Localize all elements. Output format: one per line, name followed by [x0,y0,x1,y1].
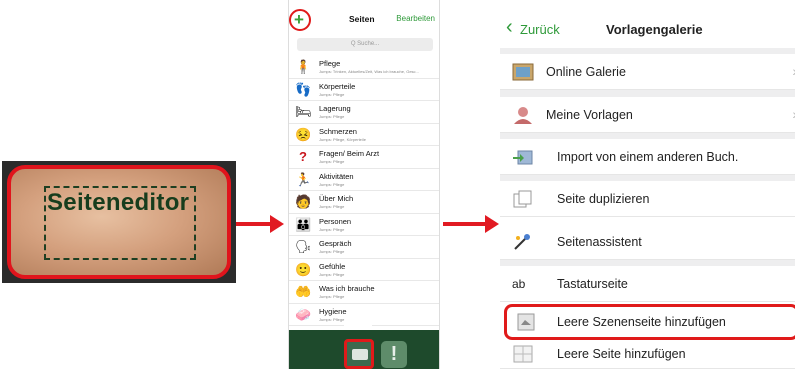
faces-icon: 🙂 [295,261,312,277]
page-name: Über Mich [319,194,354,203]
page-row-gefuehle[interactable]: 🙂 Gefühle Jumps: Pflege [289,259,439,281]
row-label: Online Galerie [546,65,626,79]
page-name: Gefühle [319,261,346,271]
seiteneditor-button[interactable]: Seiteneditor [7,165,231,279]
page-jumps: Jumps: Pflege [319,294,345,299]
row-label: Import von einem anderen Buch. [557,150,739,164]
section-divider [500,90,795,97]
seiteneditor-label: Seiteneditor [47,189,190,216]
page-jumps: Jumps: Pflege [319,204,345,209]
page-jumps: Jumps: Pflege [319,271,345,277]
page-row-gespraech[interactable]: 🗣 Gespräch Jumps: Pflege [289,236,439,259]
row-label: Meine Vorlagen [546,108,633,122]
page-row-schmerzen[interactable]: 😣 Schmerzen Jumps: Pflege, Körperteile [289,124,439,146]
row-my-templates[interactable]: Meine Vorlagen › [500,97,795,133]
page-row-was-ich-brauche[interactable]: 🤲 Was ich brauche Jumps: Pflege [289,281,439,304]
plus-icon: + [294,10,304,29]
row-keyboard-page[interactable]: ab Tastaturseite [500,266,795,302]
page-name: Was ich brauche [319,284,375,293]
person-icon: 🧑 [295,194,312,209]
hands-icon: 🤲 [295,284,312,299]
page-row-ueber-mich[interactable]: 🧑 Über Mich Jumps: Pflege [289,191,439,214]
speaking-head-icon: 🗣 [295,239,312,254]
page-templates-button[interactable] [344,339,374,369]
page-name: Gespräch [319,239,352,248]
question-mark-icon: ? [299,149,307,164]
duplicate-page-icon [513,190,532,208]
row-label: Seite duplizieren [557,192,650,206]
page-jumps: Jumps: Pflege [319,181,345,187]
page-jumps: Jumps: Trinken, Aktuelles/Zeit, Was ich … [319,69,419,74]
page-row-hygiene[interactable]: 🧼 Hygiene Jumps: Pflege [289,304,439,326]
search-input[interactable]: Q Suche... [297,38,433,51]
page-name: Fragen/ Beim Arzt [319,149,380,158]
user-silhouette-icon [514,107,532,124]
page-jumps: Jumps: Pflege [319,159,345,164]
page-row-pflege[interactable]: 🧍 Pflege Jumps: Trinken, Aktuelles/Zeit,… [289,56,439,79]
pages-title: Seiten [349,14,375,24]
row-online-gallery[interactable]: Online Galerie › [500,54,795,90]
page-jumps: Jumps: Pflege [319,91,345,97]
pflege-icon: 🧍 [295,59,312,74]
row-duplicate-page[interactable]: Seite duplizieren [500,181,795,217]
row-import-book[interactable]: Import von einem anderen Buch. [500,139,795,175]
row-blank-scene-page[interactable]: Leere Szenenseite hinzufügen [504,304,795,340]
magic-wand-icon [514,234,530,250]
pain-face-icon: 😣 [295,126,312,142]
keyboard-text-icon: ab [512,277,526,291]
page-name: Hygiene [319,306,347,316]
row-label: Leere Szenenseite hinzufügen [557,315,726,329]
page-row-fragen[interactable]: ? Fragen/ Beim Arzt Jumps: Pflege [289,146,439,169]
page-jumps: Jumps: Pflege [319,114,345,119]
row-label: Leere Seite hinzufügen [557,347,686,361]
add-page-button[interactable]: + [289,9,311,31]
edit-button[interactable]: Bearbeiten [396,14,435,23]
bottom-toolbar: ! [289,324,439,369]
page-name: Lagerung [319,104,351,113]
page-row-lagerung[interactable]: 🛏 Lagerung Jumps: Pflege [289,101,439,124]
row-label: Tastaturseite [557,277,628,291]
footprints-icon: 👣 [295,81,312,97]
row-blank-page[interactable]: Leere Seite hinzufügen [500,340,795,369]
picture-frame-icon [512,63,534,81]
page-row-personen[interactable]: 👪 Personen Jumps: Pflege [289,214,439,236]
soap-icon: 🧼 [295,306,312,322]
seiteneditor-panel: Seiteneditor [2,161,236,283]
bed-icon: 🛏 [295,104,312,119]
page-row-koerperteile[interactable]: 👣 Körperteile Jumps: Pflege [289,79,439,101]
page-list: 🧍 Pflege Jumps: Trinken, Aktuelles/Zeit,… [289,56,439,326]
import-book-icon [513,150,533,165]
page-name: Pflege [319,59,341,68]
page-jumps: Jumps: Pflege, Körperteile [319,136,366,142]
back-button[interactable]: Zurück [520,22,560,37]
toolbar-tab-indicator [344,324,372,330]
row-label: Seitenassistent [557,235,642,249]
page-name: Körperteile [319,81,356,91]
page-stack-icon [352,349,368,360]
template-gallery-screen: ‹ Zurück Vorlagengalerie Online Galerie … [500,0,795,369]
arrow-right-icon [236,215,284,233]
family-icon: 👪 [295,216,312,232]
page-name: Schmerzen [319,126,357,136]
gallery-title: Vorlagengalerie [606,22,703,37]
arrow-right-icon [443,215,499,233]
pages-screen: + Seiten Bearbeiten Q Suche... 🧍 Pflege … [288,0,440,369]
running-person-icon: 🏃 [295,171,312,187]
page-row-aktivitaeten[interactable]: 🏃 Aktivitäten Jumps: Pflege [289,169,439,191]
alert-button[interactable]: ! [381,341,407,368]
scene-page-icon [517,313,535,331]
exclamation-icon: ! [390,343,398,365]
page-jumps: Jumps: Pflege [319,249,345,254]
row-page-assistant[interactable]: Seitenassistent [500,224,795,260]
page-jumps: Jumps: Pflege [319,316,345,322]
page-jumps: Jumps: Pflege [319,226,345,232]
gallery-header: ‹ Zurück Vorlagengalerie [500,0,795,52]
pages-header: + Seiten Bearbeiten [289,0,439,34]
chevron-left-icon[interactable]: ‹ [506,16,513,39]
page-name: Personen [319,216,352,226]
page-name: Aktivitäten [319,171,354,181]
blank-grid-page-icon [513,345,533,363]
